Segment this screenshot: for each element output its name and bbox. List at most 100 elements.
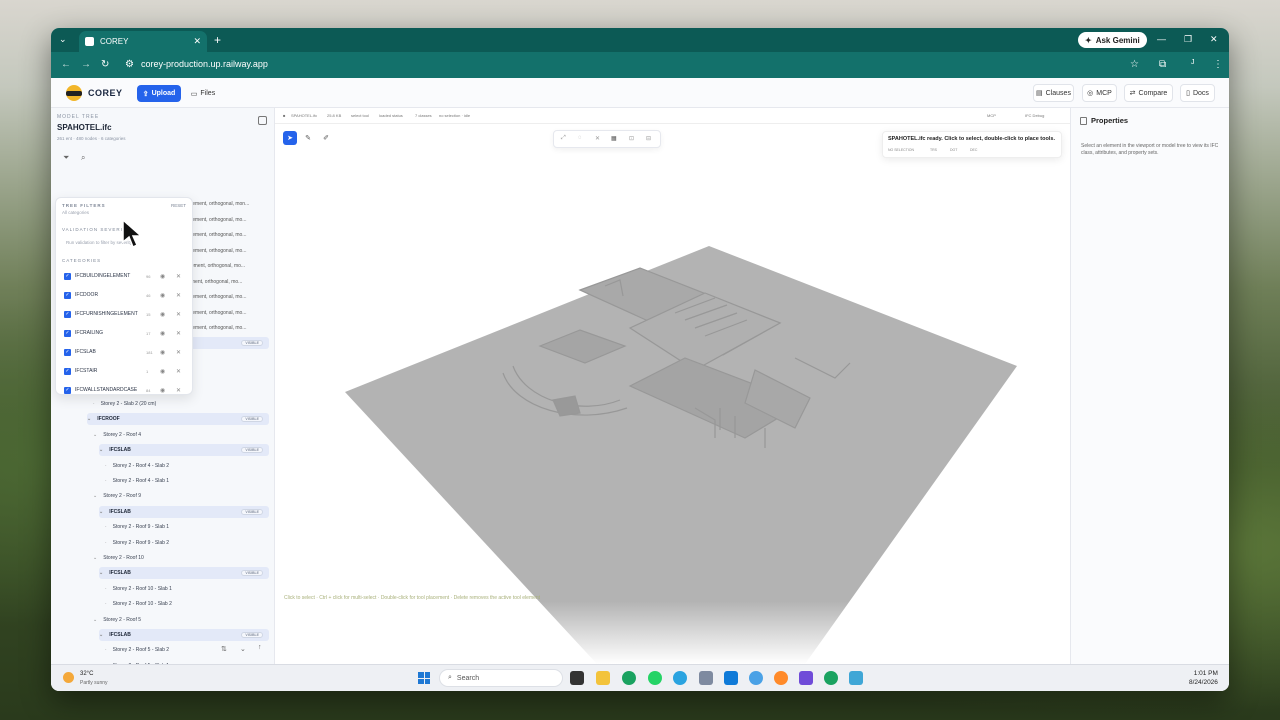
chevron-down-icon[interactable]: ⌄ bbox=[99, 447, 103, 453]
chevron-down-icon[interactable]: ⌄ bbox=[87, 416, 91, 422]
visibility-eye-icon[interactable]: ◉ bbox=[160, 349, 165, 356]
category-checkbox[interactable]: ✓ bbox=[64, 348, 71, 356]
category-row[interactable]: ✓ IFCWALLSTANDARDCASE 84 ◉ ✕ bbox=[64, 384, 190, 396]
screenshot-icon[interactable]: ⊡ bbox=[629, 135, 634, 142]
tree-row-node[interactable]: ⌄ Storey 2 - Roof 10 bbox=[93, 552, 269, 564]
category-row[interactable]: ✓ IFCSTAIR 1 ◉ ✕ bbox=[64, 365, 190, 377]
category-row[interactable]: ✓ IFCBUILDINGELEMENT 96 ◉ ✕ bbox=[64, 270, 190, 282]
exclude-icon[interactable]: ✕ bbox=[176, 330, 181, 337]
browser-tab[interactable]: COREY ✕ bbox=[79, 31, 207, 52]
mcp-button[interactable]: ◎ MCP bbox=[1082, 84, 1117, 102]
chrome-icon[interactable] bbox=[622, 671, 636, 685]
exclude-icon[interactable]: ✕ bbox=[176, 387, 181, 394]
visibility-eye-icon[interactable]: ◉ bbox=[160, 368, 165, 375]
url-field[interactable]: corey-production.up.railway.app bbox=[141, 59, 268, 69]
measure-tool-button[interactable]: ✎ bbox=[301, 131, 315, 145]
clauses-button[interactable]: ▤ Clauses bbox=[1033, 84, 1074, 102]
chevron-down-icon[interactable]: ⌄ bbox=[93, 555, 97, 561]
bookmark-star-icon[interactable]: ☆ bbox=[1130, 59, 1139, 70]
search-icon[interactable]: ⌕ bbox=[81, 153, 85, 163]
tree-row-partial[interactable]: acement, orthogonal, mo... bbox=[187, 325, 246, 331]
ask-gemini-button[interactable]: ✦ Ask Gemini bbox=[1078, 32, 1147, 48]
task-view-icon[interactable] bbox=[570, 671, 584, 685]
chevron-down-icon[interactable]: ⌄ bbox=[93, 432, 97, 438]
tree-row-group[interactable]: ⌄ IFCROOF VISIBLE bbox=[87, 413, 269, 426]
hide-icon[interactable]: ◌ bbox=[578, 135, 582, 141]
extensions-icon[interactable]: ⧉ bbox=[1159, 59, 1166, 70]
tree-row-node[interactable]: ⌄ Storey 2 - Roof 5 bbox=[93, 614, 269, 626]
expand-icon[interactable]: ⌄ bbox=[240, 645, 246, 653]
chevron-down-icon[interactable]: ⌄ bbox=[99, 632, 103, 638]
files-button[interactable]: ▭ Files bbox=[186, 85, 220, 102]
vscode-icon[interactable] bbox=[724, 671, 738, 685]
edge-icon[interactable] bbox=[749, 671, 763, 685]
close-window-icon[interactable]: ✕ bbox=[1210, 34, 1218, 45]
close-tab-icon[interactable]: ✕ bbox=[193, 36, 201, 47]
tree-row-partial[interactable]: acement, orthogonal, mo... bbox=[187, 217, 246, 223]
visibility-eye-icon[interactable]: ◉ bbox=[160, 273, 165, 280]
chrome-profile-icon[interactable] bbox=[824, 671, 838, 685]
start-button[interactable] bbox=[418, 672, 430, 684]
tree-row-partial[interactable]: acement, orthogonal, mo... bbox=[187, 232, 246, 238]
category-checkbox[interactable]: ✓ bbox=[64, 310, 71, 318]
collapse-sidebar-icon[interactable] bbox=[258, 116, 267, 125]
system-clock[interactable]: 1:01 PM 8/24/2026 bbox=[1189, 669, 1218, 687]
upload-button[interactable]: ⇪ Upload bbox=[137, 85, 181, 102]
scroll-top-icon[interactable]: ↑ bbox=[258, 644, 262, 651]
tree-row-partial[interactable]: acement, orthogonal, mo... bbox=[187, 294, 246, 300]
tree-row-leaf[interactable]: · Storey 2 - Roof 10 - Slab 1 bbox=[105, 583, 269, 595]
exclude-icon[interactable]: ✕ bbox=[176, 311, 181, 318]
whatsapp-icon[interactable] bbox=[648, 671, 662, 685]
mcp-indicator[interactable]: MCP bbox=[987, 113, 996, 118]
tree-row-group[interactable]: ⌄ IFCSLAB VISIBLE bbox=[99, 505, 269, 518]
select-tool-button[interactable]: ➤ bbox=[283, 131, 297, 145]
menu-kebab-icon[interactable]: ⋮ bbox=[1213, 59, 1223, 70]
visibility-eye-icon[interactable]: ◉ bbox=[160, 330, 165, 337]
tree-row-leaf[interactable]: · Storey 2 - Roof 4 - Slab 1 bbox=[105, 475, 269, 487]
ifc-debug-dropdown[interactable]: IFC Debug bbox=[1025, 113, 1044, 118]
tree-row-partial[interactable]: element, orthogonal, mo... bbox=[187, 263, 245, 269]
exclude-icon[interactable]: ✕ bbox=[176, 349, 181, 356]
category-checkbox[interactable]: ✓ bbox=[64, 367, 71, 375]
visibility-eye-icon[interactable]: ◉ bbox=[160, 292, 165, 299]
app-window-icon[interactable] bbox=[849, 671, 863, 685]
docs-button[interactable]: ▯ Docs bbox=[1180, 84, 1215, 102]
visibility-eye-icon[interactable]: ◉ bbox=[160, 387, 165, 394]
reload-icon[interactable]: ↻ bbox=[101, 59, 109, 70]
chevron-down-icon[interactable]: ⌄ bbox=[99, 570, 103, 576]
teams-icon[interactable] bbox=[799, 671, 813, 685]
tree-row-partial[interactable]: acement, orthogonal, mo... bbox=[187, 248, 246, 254]
tree-row-partial[interactable]: ocement, orthogonal, mon... bbox=[187, 201, 249, 207]
chevron-down-icon[interactable]: ⌄ bbox=[93, 493, 97, 499]
exclude-icon[interactable]: ✕ bbox=[176, 368, 181, 375]
tree-row-partial[interactable]: lement, orthogonal, mo... bbox=[187, 279, 242, 285]
tree-row-node[interactable]: ⌄ Storey 2 - Roof 4 bbox=[93, 429, 269, 441]
forward-icon[interactable]: → bbox=[81, 59, 91, 70]
telegram-icon[interactable] bbox=[673, 671, 687, 685]
profile-avatar[interactable]: J bbox=[1191, 59, 1195, 66]
restore-icon[interactable]: ❐ bbox=[1184, 34, 1192, 45]
section-box-icon[interactable]: ▦ bbox=[611, 135, 617, 142]
weather-sun-icon[interactable] bbox=[63, 672, 74, 683]
category-row[interactable]: ✓ IFCFURNISHINGELEMENT 15 ◉ ✕ bbox=[64, 308, 190, 320]
tree-row-leaf[interactable]: · Storey 2 - Roof 4 - Slab 2 bbox=[105, 460, 269, 472]
tree-row-leaf[interactable]: · Storey 2 - Roof 9 - Slab 2 bbox=[105, 537, 269, 549]
model-render[interactable] bbox=[275, 108, 1070, 664]
back-icon[interactable]: ← bbox=[61, 59, 71, 70]
app-icon[interactable] bbox=[774, 671, 788, 685]
category-row[interactable]: ✓ IFCSLAB 181 ◉ ✕ bbox=[64, 346, 190, 358]
category-checkbox[interactable]: ✓ bbox=[64, 291, 71, 299]
tree-row-group[interactable]: ⌄ IFCSLAB VISIBLE bbox=[99, 567, 269, 580]
tree-row-leaf[interactable]: · Storey 2 - Roof 9 - Slab 1 bbox=[105, 521, 269, 533]
category-row[interactable]: ✓ IFCDOOR 46 ◉ ✕ bbox=[64, 289, 190, 301]
category-checkbox[interactable]: ✓ bbox=[64, 386, 71, 394]
visibility-eye-icon[interactable]: ◉ bbox=[160, 311, 165, 318]
tree-row-leaf[interactable]: · Storey 2 - Slab 2 (20 cm) bbox=[93, 398, 269, 410]
snipping-tool-icon[interactable] bbox=[699, 671, 713, 685]
taskbar-search[interactable]: ⌕ Search bbox=[439, 669, 563, 687]
category-checkbox[interactable]: ✓ bbox=[64, 272, 71, 280]
markup-tool-button[interactable]: ✐ bbox=[319, 131, 333, 145]
isolate-icon[interactable]: ✕ bbox=[595, 135, 600, 142]
tree-row-group[interactable]: ⌄ IFCSLAB VISIBLE bbox=[99, 629, 269, 641]
filter-icon[interactable]: ⏷ bbox=[63, 153, 69, 163]
